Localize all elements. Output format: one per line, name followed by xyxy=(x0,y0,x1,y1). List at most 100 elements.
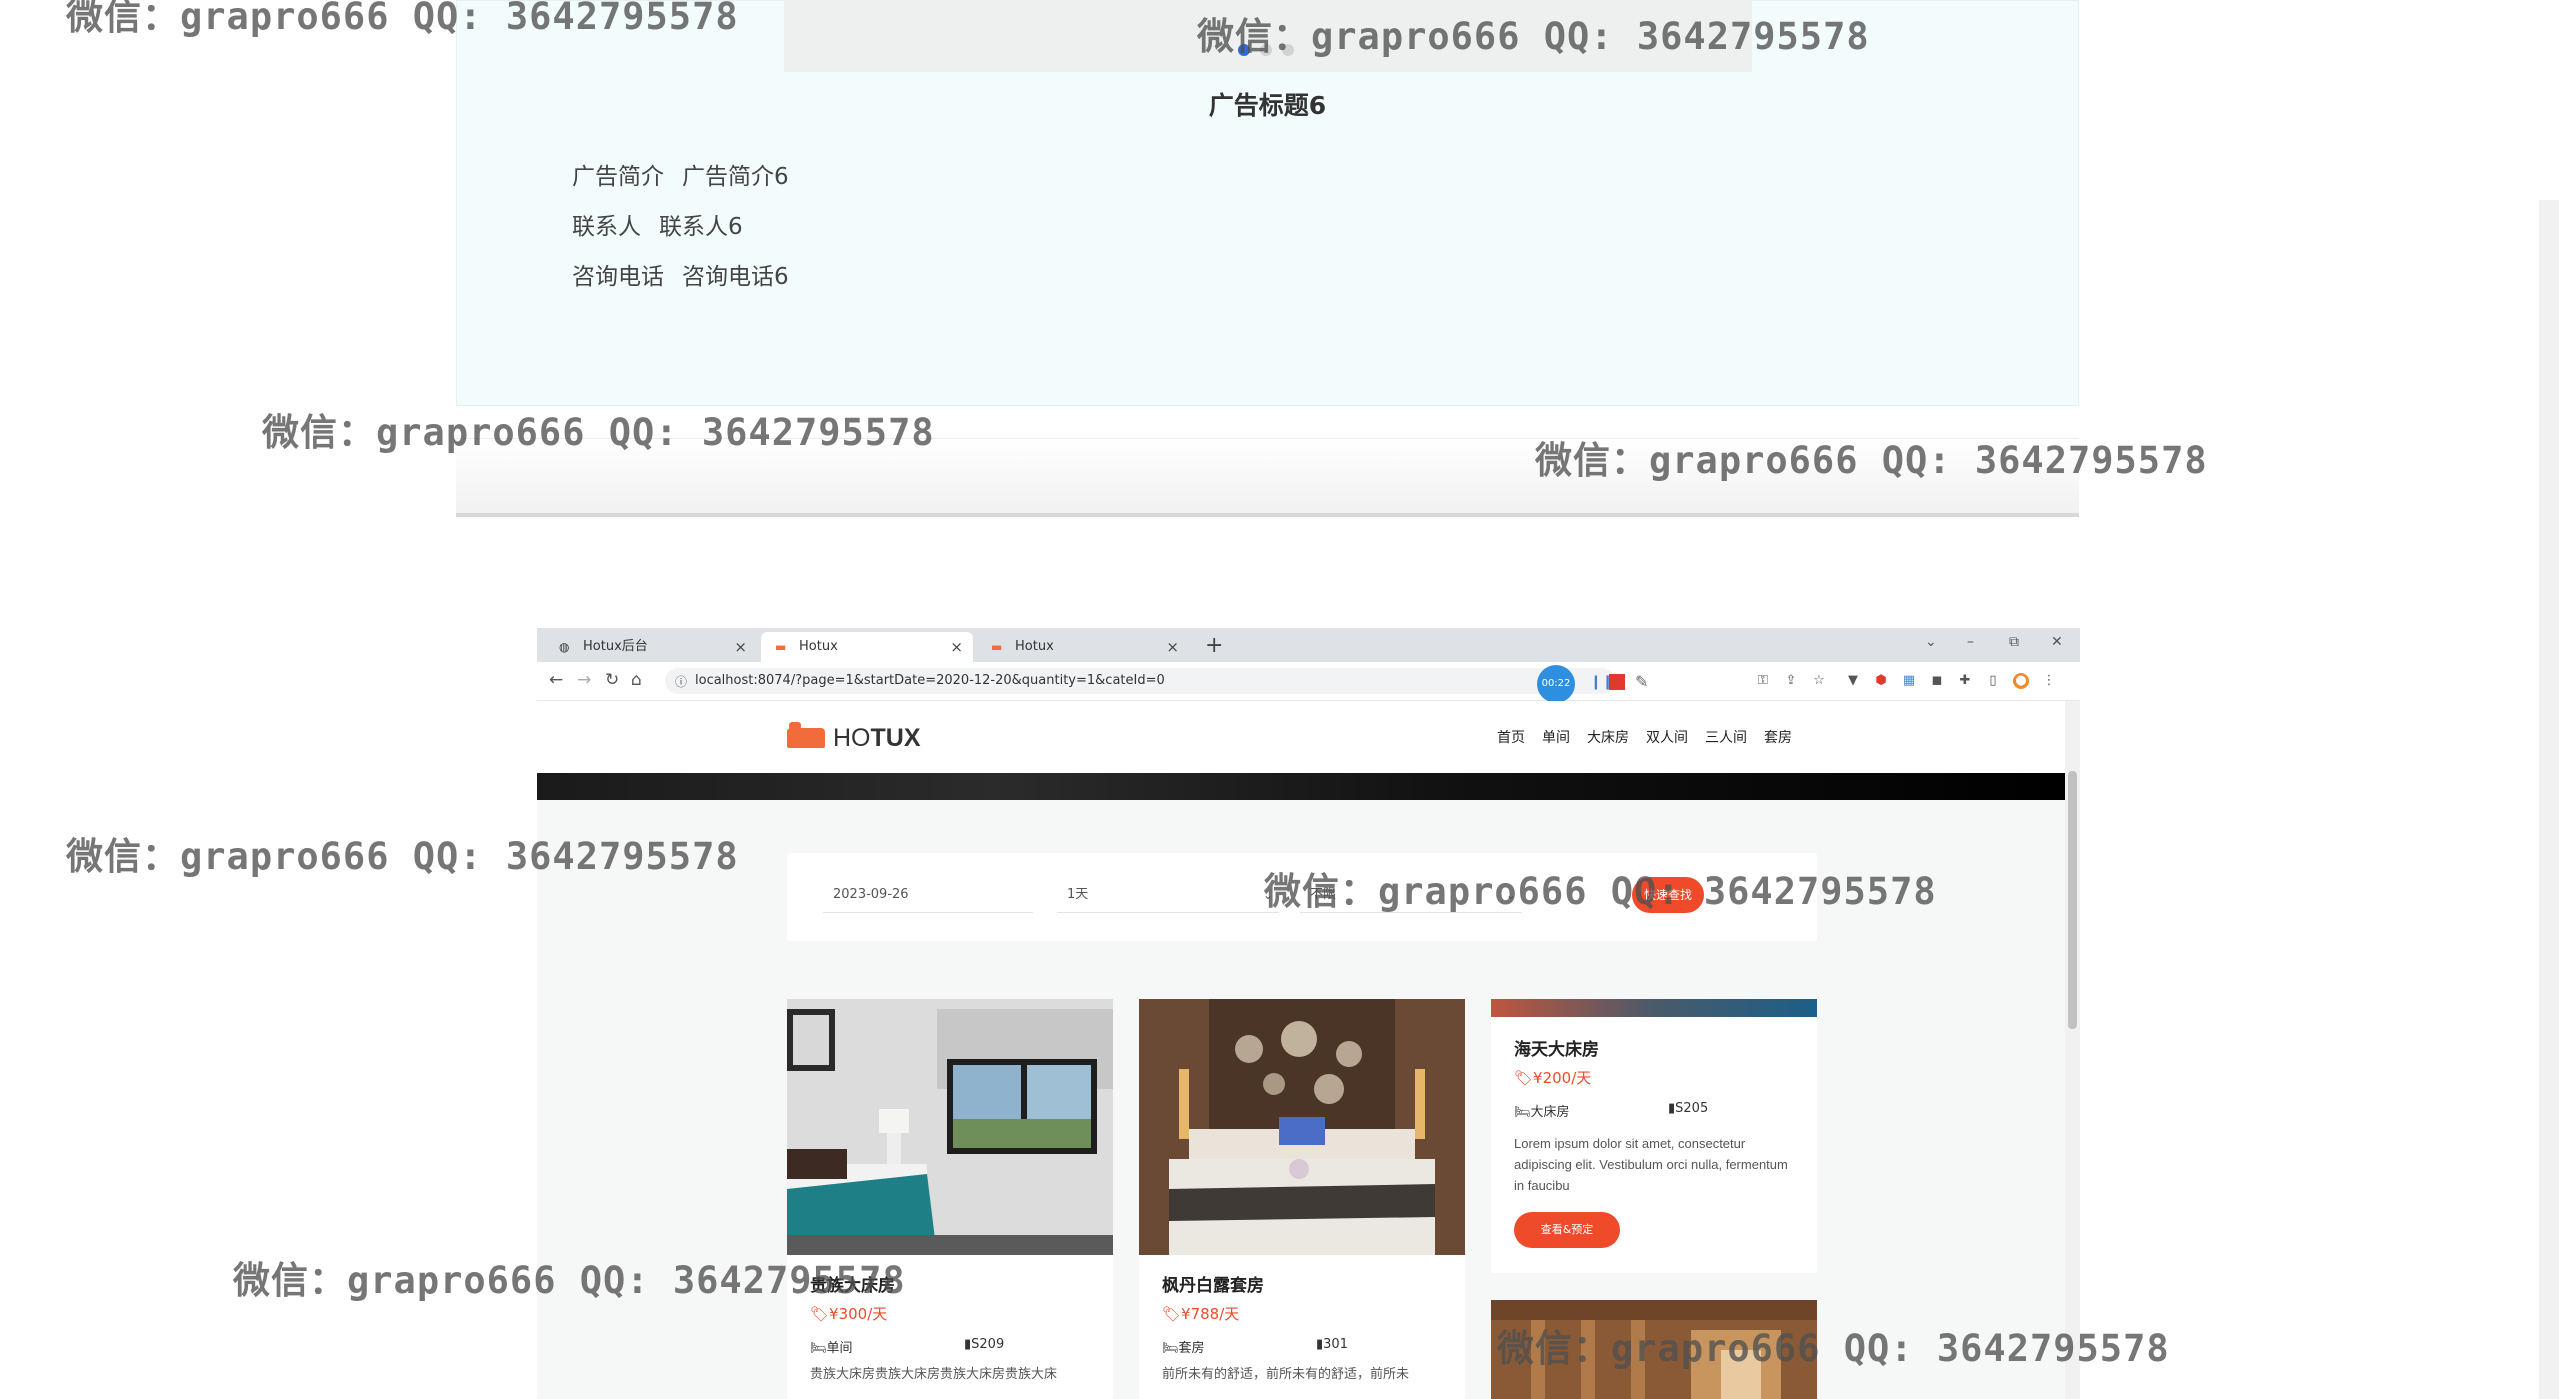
bed-icon: ▬ xyxy=(991,640,1003,654)
price-tag-icon: 🏷 xyxy=(810,1305,830,1323)
nav-single[interactable]: 单间 xyxy=(1542,727,1570,747)
close-icon[interactable]: × xyxy=(950,632,963,662)
key-icon[interactable]: ⚿ xyxy=(1755,673,1771,689)
quick-search-button[interactable]: 快速查找 xyxy=(1632,877,1704,913)
room-card[interactable]: 贵族大床房 🏷¥300/天 🛏单间 ▮S209 贵族大床房贵族大床房贵族大床房贵… xyxy=(787,999,1113,1399)
ad-phone-row: 咨询电话 咨询电话6 xyxy=(572,257,789,291)
ad-summary-value: 广告简介6 xyxy=(682,164,789,190)
tab-hotux-admin[interactable]: ◍ Hotux后台 × xyxy=(545,632,757,662)
stop-icon[interactable] xyxy=(1609,674,1625,690)
ad-banner-image xyxy=(784,0,1752,72)
view-book-button[interactable]: 查看&预定 xyxy=(1514,1212,1620,1248)
days-select[interactable]: 1天 ⌄ xyxy=(1057,877,1279,913)
ad-summary-label: 广告简介 xyxy=(572,164,664,190)
banner-dot-1[interactable] xyxy=(1238,44,1250,56)
extension-abp-icon[interactable]: ⬢ xyxy=(1873,673,1889,689)
room-price: 🏷¥300/天 xyxy=(810,1305,888,1323)
room-number: ▮S209 xyxy=(964,1337,1005,1352)
logo-text: HOTUX xyxy=(833,723,921,752)
nav-suite[interactable]: 套房 xyxy=(1764,727,1792,747)
tab-label: Hotux xyxy=(1015,639,1054,654)
room-number: ▮S205 xyxy=(1668,1101,1709,1116)
site-scrollbar[interactable] xyxy=(2065,701,2080,1399)
category-select[interactable]: 不限 ⌄ xyxy=(1300,877,1522,913)
room-title: 海天大床房 xyxy=(1514,1040,1599,1060)
room-type: 🛏大床房 xyxy=(1514,1105,1570,1120)
room-photo-strip xyxy=(1491,999,1817,1017)
restore-button[interactable]: ⧉ xyxy=(2009,634,2019,650)
info-icon[interactable]: ⓘ xyxy=(675,673,687,690)
nav-home[interactable]: 首页 xyxy=(1497,727,1525,747)
page-scrollbar[interactable] xyxy=(2539,200,2559,1399)
room-description: 贵族大床房贵族大床房贵族大床房贵族大床 xyxy=(810,1366,1058,1381)
nav-double[interactable]: 双人间 xyxy=(1646,727,1688,747)
room-number: ▮301 xyxy=(1316,1337,1348,1352)
extension-v-icon[interactable]: ▼ xyxy=(1845,673,1861,689)
banner-pagination[interactable] xyxy=(1238,44,1294,58)
ad-contact-row: 联系人 联系人6 xyxy=(572,207,743,241)
room-type: 🛏套房 xyxy=(1162,1341,1205,1356)
room-card[interactable]: 枫丹白露套房 🏷¥788/天 🛏套房 ▮301 前所未有的舒适，前所未有的舒适，… xyxy=(1139,999,1465,1399)
chevron-down-icon: ⌄ xyxy=(1262,888,1273,902)
nav-triple[interactable]: 三人间 xyxy=(1705,727,1747,747)
window-close-button[interactable]: ✕ xyxy=(2051,634,2063,650)
site-header: HOTUX 首页 单间 大床房 双人间 三人间 套房 xyxy=(537,701,2065,773)
nav-king[interactable]: 大床房 xyxy=(1587,727,1629,747)
extension-dark-icon[interactable]: ◼ xyxy=(1929,673,1945,689)
tab-label: Hotux xyxy=(799,639,838,654)
ad-title: 广告标题6 xyxy=(1208,91,1327,120)
close-icon[interactable]: × xyxy=(1166,632,1179,662)
banner-dot-3[interactable] xyxy=(1282,44,1294,56)
room-photo xyxy=(1139,999,1465,1255)
minimize-button[interactable]: – xyxy=(1967,634,1974,650)
panel-footer xyxy=(456,438,2079,517)
close-icon[interactable]: × xyxy=(734,632,747,662)
url-text[interactable]: localhost:8074/?page=1&startDate=2020-12… xyxy=(695,673,1165,688)
share-icon[interactable]: ⇪ xyxy=(1783,673,1799,689)
back-icon[interactable]: ← xyxy=(549,670,563,690)
embedded-browser-screenshot: ◍ Hotux后台 × ▬ Hotux × ▬ Hotux × + ⌄ – ⧉ … xyxy=(537,628,2080,1399)
forward-icon[interactable]: → xyxy=(577,670,591,690)
menu-icon[interactable]: ⋮ xyxy=(2041,673,2057,689)
banner-dot-2[interactable] xyxy=(1260,44,1272,56)
price-tag-icon: 🏷 xyxy=(1514,1069,1534,1087)
date-input[interactable]: 2023-09-26 xyxy=(823,877,1033,913)
avatar[interactable]: ● xyxy=(2013,673,2029,689)
tab-hotux-active[interactable]: ▬ Hotux × xyxy=(761,632,973,662)
room-type: 🛏单间 xyxy=(810,1341,853,1356)
home-icon[interactable]: ⌂ xyxy=(631,670,642,690)
tab-search-icon[interactable]: ⌄ xyxy=(1925,634,1937,650)
tab-label: Hotux后台 xyxy=(583,639,648,654)
ad-summary-row: 广告简介 广告简介6 xyxy=(572,157,789,191)
room-photo xyxy=(1491,1300,1817,1399)
bed-icon: 🛏 xyxy=(1514,1105,1531,1120)
chevron-down-icon: ⌄ xyxy=(1505,888,1516,902)
main-nav: 首页 单间 大床房 双人间 三人间 套房 xyxy=(1497,727,1792,747)
extension-grid-icon[interactable]: ▦ xyxy=(1901,673,1917,689)
new-tab-button[interactable]: + xyxy=(1205,632,1223,660)
room-description: 前所未有的舒适，前所未有的舒适，前所未 xyxy=(1162,1366,1410,1381)
address-bar[interactable]: ⓘ localhost:8074/?page=1&startDate=2020-… xyxy=(665,668,1615,694)
hotux-site: HOTUX 首页 单间 大床房 双人间 三人间 套房 2023-09-26 1天… xyxy=(537,701,2065,1399)
star-icon[interactable]: ☆ xyxy=(1811,673,1827,689)
puzzle-icon[interactable]: ✚ xyxy=(1957,673,1973,689)
room-card[interactable] xyxy=(1491,1300,1817,1399)
room-photo xyxy=(787,999,1113,1255)
room-price: 🏷¥788/天 xyxy=(1162,1305,1240,1323)
browser-toolbar: ← → ↻ ⌂ ⓘ localhost:8074/?page=1&startDa… xyxy=(537,662,2080,703)
room-search-form: 2023-09-26 1天 ⌄ 不限 ⌄ 快速查找 xyxy=(787,853,1817,941)
room-description: Lorem ipsum dolor sit amet, consectetur … xyxy=(1514,1136,1788,1193)
ad-phone-label: 咨询电话 xyxy=(572,264,664,290)
tab-hotux[interactable]: ▬ Hotux × xyxy=(977,632,1189,662)
room-card[interactable]: 海天大床房 🏷¥200/天 🛏大床房 ▮S205 Lorem ipsum dol… xyxy=(1491,999,1817,1273)
sidebar-icon[interactable]: ▯ xyxy=(1985,673,2001,689)
room-price: 🏷¥200/天 xyxy=(1514,1069,1592,1087)
recorder-timer[interactable]: 00:22 xyxy=(1537,665,1575,703)
scrollbar-thumb[interactable] xyxy=(2068,771,2077,1029)
hotux-logo[interactable]: HOTUX xyxy=(787,722,921,753)
price-tag-icon: 🏷 xyxy=(1162,1305,1182,1323)
bed-icon: 🛏 xyxy=(1162,1341,1179,1356)
ad-contact-value: 联系人6 xyxy=(659,214,743,240)
pen-icon[interactable]: ✎ xyxy=(1635,672,1648,691)
reload-icon[interactable]: ↻ xyxy=(605,670,619,690)
